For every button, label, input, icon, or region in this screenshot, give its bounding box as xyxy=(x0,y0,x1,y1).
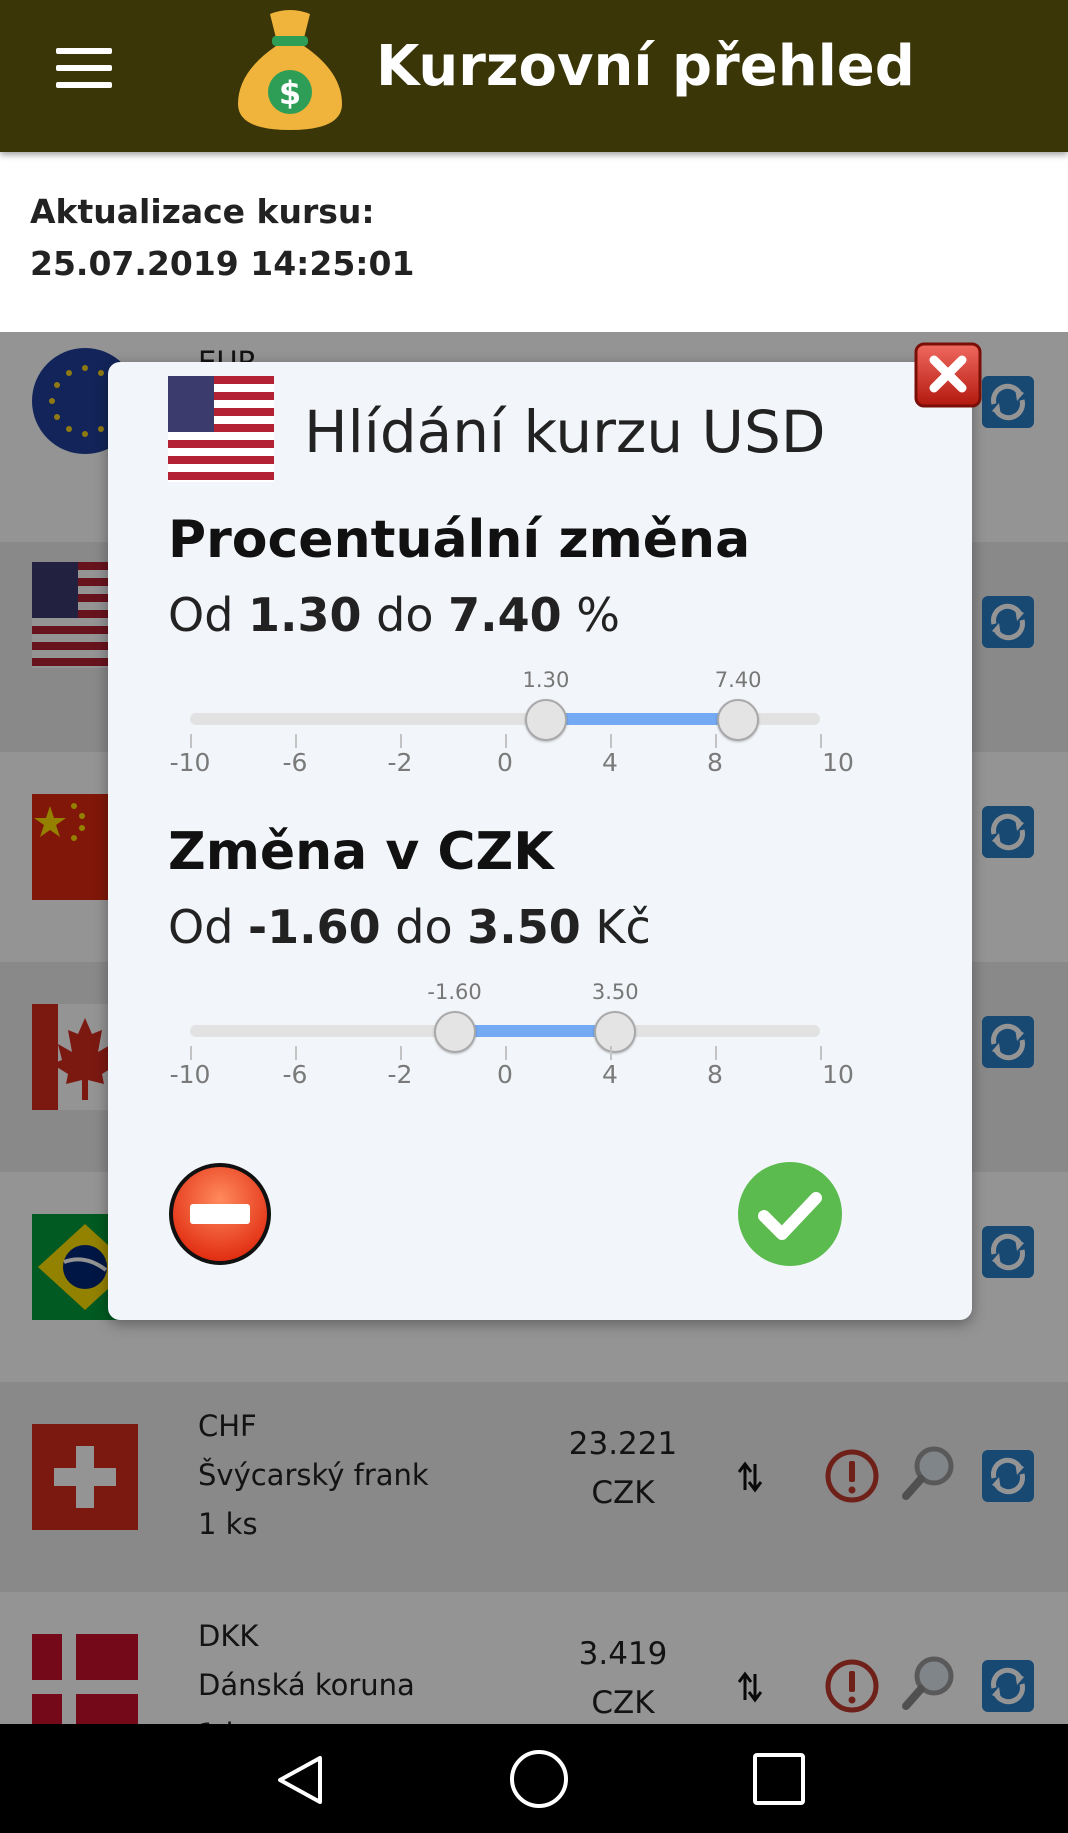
range-from-word: Od xyxy=(168,588,234,642)
range-from-value: -1.60 xyxy=(248,900,381,954)
delete-icon[interactable] xyxy=(168,1162,272,1266)
slider-tick-label: 10 xyxy=(822,748,854,777)
range-to-word: do xyxy=(395,900,453,954)
slider-tick xyxy=(715,1046,717,1060)
czk-section-title: Změna v CZK xyxy=(168,822,554,882)
range-unit: Kč xyxy=(595,900,651,954)
slider-tick-label: -6 xyxy=(282,1060,308,1089)
slider-tick xyxy=(610,734,612,748)
range-to-value: 7.40 xyxy=(448,588,562,642)
range-unit: % xyxy=(576,588,620,642)
range-to-word: do xyxy=(376,588,434,642)
slider-tick-label: -10 xyxy=(169,1060,211,1089)
dialog-title: Hlídání kurzu USD xyxy=(304,398,826,466)
slider-tick xyxy=(820,1046,822,1060)
nav-back-icon[interactable] xyxy=(272,1752,328,1808)
slider-high-label: 3.50 xyxy=(591,980,639,1004)
system-nav-bar xyxy=(0,1724,1068,1833)
app-title: Kurzovní přehled xyxy=(376,34,915,99)
percent-range-slider[interactable]: 1.30 7.40 -10 -6 -2 0 4 8 10 xyxy=(170,668,854,808)
slider-tick xyxy=(820,734,822,748)
slider-high-label: 7.40 xyxy=(714,668,762,692)
slider-tick xyxy=(505,734,507,748)
slider-tick xyxy=(190,734,192,748)
range-from-value: 1.30 xyxy=(248,588,362,642)
hamburger-menu-icon[interactable] xyxy=(56,48,112,88)
money-bag-icon: $ xyxy=(238,10,342,130)
checkmark-icon[interactable] xyxy=(738,1162,842,1266)
czk-range-slider[interactable]: -1.60 3.50 -10 -6 -2 0 4 8 10 xyxy=(170,980,854,1120)
slider-high-handle[interactable] xyxy=(717,699,760,741)
rate-watch-dialog: Hlídání kurzu USD Procentuální změna Od … xyxy=(108,362,972,1320)
slider-tick-label: 4 xyxy=(602,1060,618,1089)
nav-recents-icon[interactable] xyxy=(752,1752,806,1806)
svg-text:$: $ xyxy=(279,74,301,112)
czk-range-text: Od -1.60 do 3.50 Kč xyxy=(168,900,651,954)
slider-tick xyxy=(505,1046,507,1060)
slider-tick xyxy=(715,734,717,748)
slider-tick xyxy=(610,1046,612,1060)
close-icon[interactable] xyxy=(914,342,982,408)
nav-home-icon[interactable] xyxy=(508,1748,570,1810)
slider-fill xyxy=(454,1025,616,1037)
percent-section-title: Procentuální změna xyxy=(168,510,751,570)
update-label: Aktualizace kursu: xyxy=(30,192,375,231)
percent-range-text: Od 1.30 do 7.40 % xyxy=(168,588,620,642)
slider-low-handle[interactable] xyxy=(433,1011,476,1053)
update-info: Aktualizace kursu: 25.07.2019 14:25:01 xyxy=(30,186,414,290)
slider-tick xyxy=(400,1046,402,1060)
slider-tick-label: 0 xyxy=(497,748,513,777)
slider-tick-label: 8 xyxy=(707,1060,723,1089)
update-datetime: 25.07.2019 14:25:01 xyxy=(30,244,415,283)
slider-tick xyxy=(295,734,297,748)
slider-high-handle[interactable] xyxy=(594,1011,637,1053)
slider-low-label: 1.30 xyxy=(522,668,570,692)
slider-tick xyxy=(190,1046,192,1060)
slider-fill xyxy=(545,713,739,725)
slider-tick-label: 8 xyxy=(707,748,723,777)
slider-tick-label: -6 xyxy=(282,748,308,777)
range-to-value: 3.50 xyxy=(467,900,581,954)
app-bar: $ Kurzovní přehled xyxy=(0,0,1068,152)
slider-tick-label: 4 xyxy=(602,748,618,777)
slider-tick-label: 10 xyxy=(822,1060,854,1089)
us-flag-icon xyxy=(168,376,274,482)
slider-tick-label: 0 xyxy=(497,1060,513,1089)
slider-tick xyxy=(295,1046,297,1060)
slider-tick-label: -2 xyxy=(387,1060,413,1089)
range-from-word: Od xyxy=(168,900,234,954)
slider-tick xyxy=(400,734,402,748)
slider-tick-label: -10 xyxy=(169,748,211,777)
slider-tick-label: -2 xyxy=(387,748,413,777)
slider-low-label: -1.60 xyxy=(427,980,482,1004)
slider-low-handle[interactable] xyxy=(524,699,567,741)
